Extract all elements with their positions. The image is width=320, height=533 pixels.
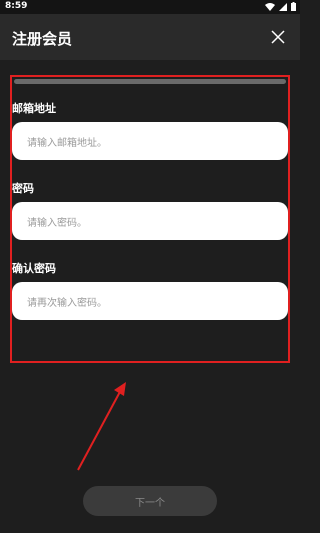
signal-icon xyxy=(279,2,287,11)
password-placeholder: 请输入密码。 xyxy=(27,217,87,229)
registration-form: 邮箱地址 请输入邮箱地址。 密码 请输入密码。 确认密码 请再次输入密码。 xyxy=(10,75,290,363)
status-icons xyxy=(265,2,296,11)
progress-bar xyxy=(14,79,286,84)
status-time: 8:59 xyxy=(5,1,28,11)
confirm-password-placeholder: 请再次输入密码。 xyxy=(27,297,107,309)
wifi-icon xyxy=(265,2,275,11)
app-header: 注册会员 xyxy=(0,14,300,60)
password-field[interactable]: 请输入密码。 xyxy=(12,202,288,240)
email-label: 邮箱地址 xyxy=(12,102,56,115)
email-placeholder: 请输入邮箱地址。 xyxy=(27,137,107,149)
email-field[interactable]: 请输入邮箱地址。 xyxy=(12,122,288,160)
confirm-password-field[interactable]: 请再次输入密码。 xyxy=(12,282,288,320)
close-icon[interactable] xyxy=(270,29,286,45)
confirm-password-label: 确认密码 xyxy=(12,262,56,275)
annotation-arrow xyxy=(77,382,126,471)
battery-icon xyxy=(291,2,296,11)
page-title: 注册会员 xyxy=(12,30,73,48)
next-button[interactable]: 下一个 xyxy=(83,486,217,516)
password-label: 密码 xyxy=(12,182,34,195)
status-bar: 8:59 xyxy=(0,0,300,14)
